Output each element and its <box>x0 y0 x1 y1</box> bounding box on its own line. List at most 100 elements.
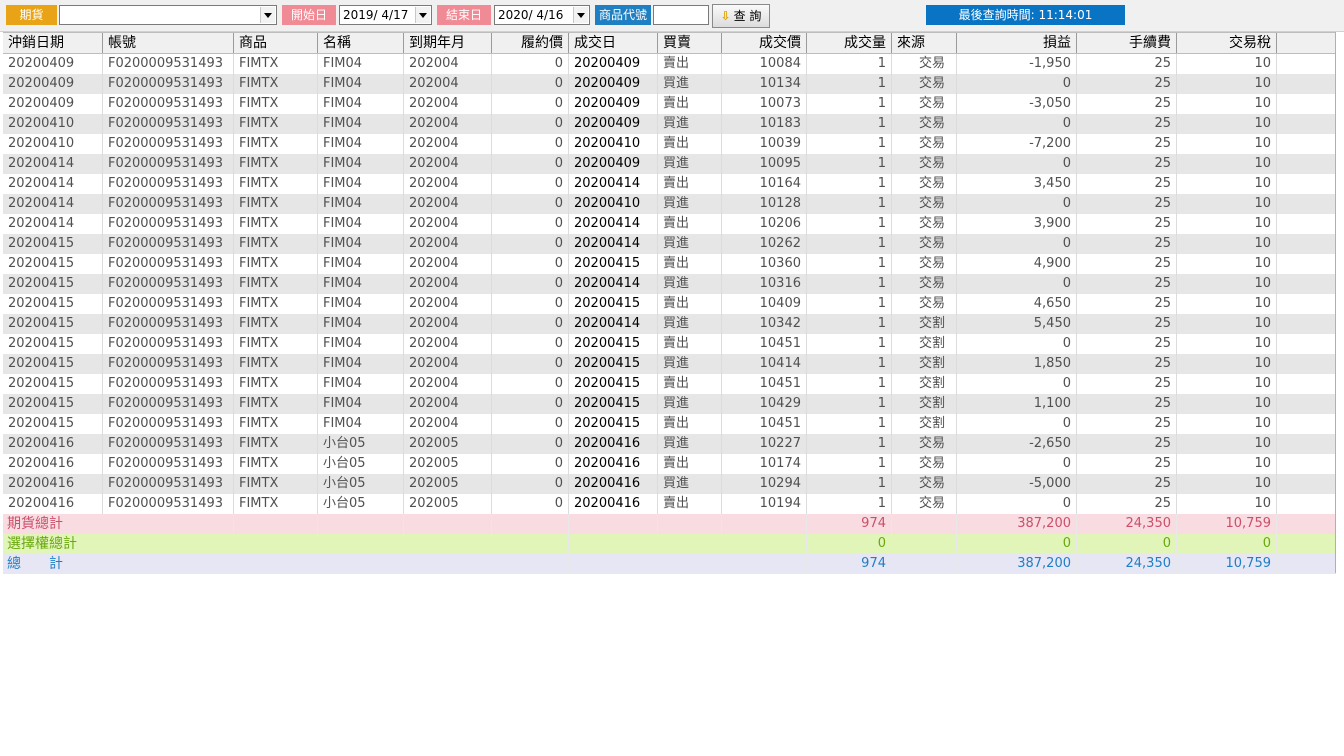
total-cell <box>234 554 318 574</box>
cell-product: FIMTX <box>234 74 318 94</box>
column-header-fee[interactable]: 手續費 <box>1077 33 1177 53</box>
table-row[interactable]: 20200415 F0200009531493 FIMTX FIM04 202004 0 2… <box>3 254 1336 274</box>
cell-pnl: 3,900 <box>957 214 1077 234</box>
cell-expiry: 202005 <box>404 494 492 514</box>
cell-expiry: 202005 <box>404 474 492 494</box>
cell-account: F0200009531493 <box>103 214 234 234</box>
cell-side: 買進 <box>658 74 722 94</box>
cell-tax: 10 <box>1177 94 1277 114</box>
cell-price: 10039 <box>722 134 807 154</box>
cell-tax: 10 <box>1177 74 1277 94</box>
table-row[interactable]: 20200414 F0200009531493 FIMTX FIM04 202004 0 2… <box>3 194 1336 214</box>
table-row[interactable]: 20200415 F0200009531493 FIMTX FIM04 202004 0 2… <box>3 314 1336 334</box>
chevron-down-icon[interactable] <box>573 7 588 23</box>
total-cell <box>722 534 807 554</box>
cell-trade-date: 20200409 <box>569 74 658 94</box>
cell-account: F0200009531493 <box>103 474 234 494</box>
end-date-picker[interactable]: 2020/ 4/16 <box>494 5 590 25</box>
column-header-strike[interactable]: 履約價 <box>492 33 569 53</box>
table-row[interactable]: 20200415 F0200009531493 FIMTX FIM04 202004 0 2… <box>3 354 1336 374</box>
cell-fee: 25 <box>1077 394 1177 414</box>
column-header-price[interactable]: 成交價 <box>722 33 807 53</box>
table-row[interactable]: 20200416 F0200009531493 FIMTX 小台05 202005 0 20… <box>3 494 1336 514</box>
total-fee: 24,350 <box>1077 554 1177 574</box>
cell-tax: 10 <box>1177 234 1277 254</box>
cell-side: 買進 <box>658 354 722 374</box>
table-row[interactable]: 20200415 F0200009531493 FIMTX FIM04 202004 0 2… <box>3 374 1336 394</box>
column-header-account[interactable]: 帳號 <box>103 33 234 53</box>
table-row[interactable]: 20200414 F0200009531493 FIMTX FIM04 202004 0 2… <box>3 174 1336 194</box>
cell-tax: 10 <box>1177 134 1277 154</box>
cell-strike: 0 <box>492 94 569 114</box>
column-header-product[interactable]: 商品 <box>234 33 318 53</box>
cell-pnl: 3,450 <box>957 174 1077 194</box>
futures-type-tag: 期貨 <box>6 5 57 25</box>
column-header-offset-date[interactable]: 沖銷日期 <box>3 33 103 53</box>
cell-name: 小台05 <box>318 474 404 494</box>
column-header-side[interactable]: 買賣 <box>658 33 722 53</box>
column-header-tax[interactable]: 交易稅 <box>1177 33 1277 53</box>
table-row[interactable]: 20200415 F0200009531493 FIMTX FIM04 202004 0 2… <box>3 234 1336 254</box>
cell-strike: 0 <box>492 414 569 434</box>
column-header-trade-date[interactable]: 成交日 <box>569 33 658 53</box>
table-row[interactable]: 20200415 F0200009531493 FIMTX FIM04 202004 0 2… <box>3 274 1336 294</box>
cell-quantity: 1 <box>807 274 892 294</box>
cell-product: FIMTX <box>234 334 318 354</box>
column-header-quantity[interactable]: 成交量 <box>807 33 892 53</box>
cell-source: 交易 <box>892 494 957 514</box>
table-row[interactable]: 20200415 F0200009531493 FIMTX FIM04 202004 0 2… <box>3 294 1336 314</box>
cell-product: FIMTX <box>234 494 318 514</box>
column-header-name[interactable]: 名稱 <box>318 33 404 53</box>
cell-quantity: 1 <box>807 494 892 514</box>
table-row[interactable]: 20200415 F0200009531493 FIMTX FIM04 202004 0 2… <box>3 414 1336 434</box>
cell-pnl: 4,900 <box>957 254 1077 274</box>
table-row[interactable]: 20200415 F0200009531493 FIMTX FIM04 202004 0 2… <box>3 394 1336 414</box>
cell-tax: 10 <box>1177 374 1277 394</box>
table-row[interactable]: 20200416 F0200009531493 FIMTX 小台05 202005 0 20… <box>3 474 1336 494</box>
chevron-down-icon[interactable] <box>260 7 275 23</box>
cell-name: 小台05 <box>318 454 404 474</box>
cell-price: 10451 <box>722 334 807 354</box>
start-date-picker[interactable]: 2019/ 4/17 <box>339 5 432 25</box>
cell-quantity: 1 <box>807 254 892 274</box>
cell-quantity: 1 <box>807 474 892 494</box>
table-row[interactable]: 20200409 F0200009531493 FIMTX FIM04 202004 0 2… <box>3 94 1336 114</box>
table-row[interactable]: 20200409 F0200009531493 FIMTX FIM04 202004 0 2… <box>3 74 1336 94</box>
column-header-source[interactable]: 來源 <box>892 33 957 53</box>
cell-expiry: 202004 <box>404 274 492 294</box>
cell-trade-date: 20200415 <box>569 394 658 414</box>
cell-price: 10262 <box>722 234 807 254</box>
column-header-expiry[interactable]: 到期年月 <box>404 33 492 53</box>
table-row[interactable]: 20200416 F0200009531493 FIMTX 小台05 202005 0 20… <box>3 454 1336 474</box>
table-row[interactable]: 20200409 F0200009531493 FIMTX FIM04 202004 0 2… <box>3 54 1336 74</box>
cell-side: 賣出 <box>658 254 722 274</box>
grid-border <box>1335 32 1336 573</box>
table-row[interactable]: 20200415 F0200009531493 FIMTX FIM04 202004 0 2… <box>3 334 1336 354</box>
cell-spare <box>1277 394 1336 414</box>
cell-pnl: 0 <box>957 334 1077 354</box>
cell-account: F0200009531493 <box>103 374 234 394</box>
table-row[interactable]: 20200416 F0200009531493 FIMTX 小台05 202005 0 20… <box>3 434 1336 454</box>
table-row[interactable]: 20200414 F0200009531493 FIMTX FIM04 202004 0 2… <box>3 214 1336 234</box>
table-row[interactable]: 20200410 F0200009531493 FIMTX FIM04 202004 0 2… <box>3 114 1336 134</box>
cell-source: 交易 <box>892 134 957 154</box>
table-row[interactable]: 20200410 F0200009531493 FIMTX FIM04 202004 0 2… <box>3 134 1336 154</box>
cell-name: FIM04 <box>318 314 404 334</box>
query-button[interactable]: ⇩ 查 詢 <box>712 4 770 28</box>
account-select[interactable] <box>59 5 277 25</box>
table-row[interactable]: 20200414 F0200009531493 FIMTX FIM04 202004 0 2… <box>3 154 1336 174</box>
product-code-input[interactable] <box>653 5 709 25</box>
cell-side: 賣出 <box>658 414 722 434</box>
cell-expiry: 202004 <box>404 374 492 394</box>
cell-spare <box>1277 314 1336 334</box>
cell-price: 10084 <box>722 54 807 74</box>
cell-strike: 0 <box>492 454 569 474</box>
total-cell <box>492 514 569 534</box>
column-header-pnl[interactable]: 損益 <box>957 33 1077 53</box>
grid-totals: 期貨總計 974 387,200 24,350 10,759 選擇權總計 0 0 0 0 總 計 97… <box>3 514 1336 574</box>
cell-account: F0200009531493 <box>103 394 234 414</box>
total-pnl: 387,200 <box>957 514 1077 534</box>
column-header-spare[interactable] <box>1277 33 1336 53</box>
cell-product: FIMTX <box>234 314 318 334</box>
chevron-down-icon[interactable] <box>415 7 430 23</box>
